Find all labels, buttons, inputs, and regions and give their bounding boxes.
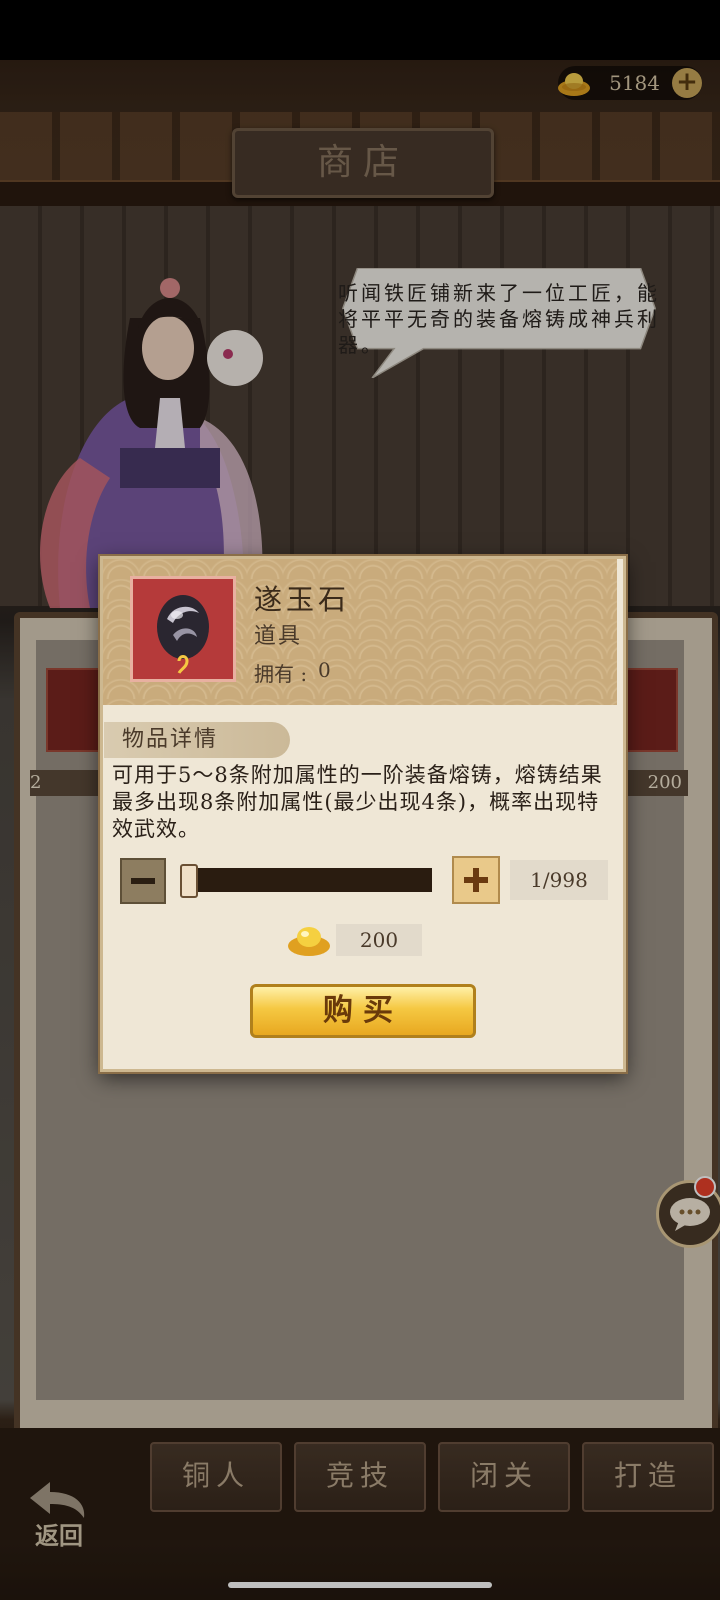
item-detail-tab: 物品详情 [104,722,290,758]
quantity-increase-button[interactable] [452,856,500,904]
owned-label: 拥有 : [254,662,308,686]
jade-stone-icon [157,595,209,674]
item-price: 200 [336,924,422,956]
minus-icon [131,878,155,884]
plus-icon [464,868,488,892]
quantity-decrease-button[interactable] [120,858,166,904]
quantity-count: 1/998 [510,860,608,900]
item-name: 遂玉石 [254,583,351,616]
gold-ingot-icon [288,927,330,956]
owned-value: 0 [318,658,331,682]
quantity-slider-handle[interactable] [180,864,198,898]
item-icon-frame [130,576,236,682]
quantity-slider[interactable] [180,868,432,892]
item-description: 可用于5～8条附加属性的一阶装备熔铸，熔铸结果最多出现8条附加属性(最少出现4条… [112,763,603,841]
buy-button[interactable]: 购买 [250,984,476,1038]
item-type: 道具 [254,624,303,649]
